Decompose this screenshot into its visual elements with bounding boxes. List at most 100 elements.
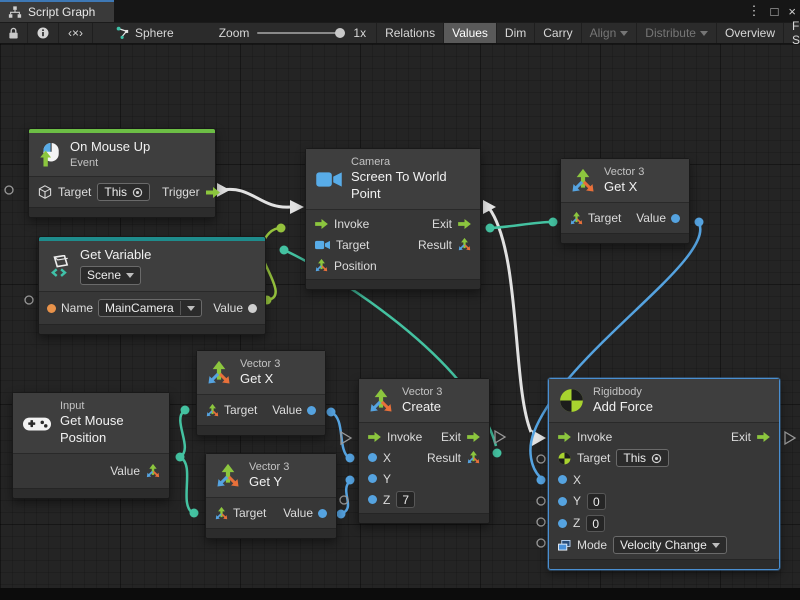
float-port-dot[interactable] (558, 497, 567, 506)
create-exit-out-port[interactable] (495, 431, 505, 443)
inspect-button[interactable] (28, 23, 59, 43)
addforce-y-in-port[interactable] (537, 497, 545, 505)
camera-target-in-port[interactable] (277, 224, 286, 233)
float-port-dot[interactable] (671, 214, 680, 223)
node-footer (561, 233, 689, 243)
z-value-field[interactable]: 7 (396, 491, 415, 508)
wire-gety-value-to-create-y[interactable] (341, 481, 350, 514)
value-label: Value (110, 464, 140, 478)
node-get-variable[interactable]: Get Variable Scene Name MainCamera Value (38, 236, 266, 335)
wire-trigger-to-camera-invoke[interactable] (222, 189, 290, 207)
variable-name-dropdown[interactable]: MainCamera (98, 299, 202, 317)
float-port-dot[interactable] (368, 495, 377, 504)
camera-position-in-port[interactable] (280, 246, 289, 255)
zoom-slider-knob[interactable] (335, 28, 345, 38)
wire-input-to-gety-target[interactable] (180, 457, 193, 513)
addforce-exit-out-port[interactable] (785, 432, 795, 444)
node-add-force[interactable]: Rigidbody Add Force Invoke Exit Target T… (548, 378, 780, 570)
edit-graph-button[interactable]: ‹×› (59, 23, 93, 43)
object-port-dot[interactable] (248, 304, 257, 313)
values-toggle[interactable]: Values (443, 23, 496, 43)
relations-toggle[interactable]: Relations (376, 23, 443, 43)
getx-top-value-out-port[interactable] (695, 218, 704, 227)
input-value-out-port[interactable] (176, 453, 185, 462)
float-port-dot[interactable] (368, 453, 377, 462)
close-button[interactable]: × (788, 4, 796, 19)
vector3-icon (207, 361, 231, 385)
dropdown-divider (180, 301, 181, 315)
tab-script-graph[interactable]: Script Graph (0, 0, 114, 22)
getvariable-self-port[interactable] (25, 296, 33, 304)
addforce-mode-in-port[interactable] (537, 539, 545, 547)
x-label: X (383, 451, 391, 465)
invoke-exit-row: Invoke Exit (549, 426, 779, 447)
node-get-x-mid[interactable]: Vector 3 Get X Target Value (196, 350, 326, 436)
y-label: Y (573, 494, 581, 508)
gety-value-out-port[interactable] (337, 510, 346, 519)
node-get-x-top[interactable]: Vector 3 Get X Target Value (560, 158, 690, 244)
camera-result-out-port[interactable] (486, 224, 495, 233)
getx-top-target-in-port[interactable] (549, 218, 558, 227)
carry-toggle[interactable]: Carry (534, 23, 580, 43)
gety-target-in-port[interactable] (190, 509, 199, 518)
node-screen-to-world-point[interactable]: Camera Screen To World Point Invoke Exit… (305, 148, 481, 290)
node-vector3-create[interactable]: Vector 3 Create Invoke Exit X Result (358, 378, 490, 524)
node-title: Create (402, 399, 442, 416)
addforce-x-in-port[interactable] (537, 476, 546, 485)
variable-scope-dropdown[interactable]: Scene (80, 266, 141, 286)
target-value-row: Target Value (197, 395, 325, 425)
target-this-label: This (104, 185, 127, 199)
y-value-field[interactable]: 0 (587, 493, 606, 510)
float-port-dot[interactable] (307, 406, 316, 415)
string-port-dot[interactable] (47, 304, 56, 313)
getx-mid-value-out-port[interactable] (327, 408, 336, 417)
onmouseup-self-port[interactable] (5, 186, 13, 194)
dim-toggle[interactable]: Dim (496, 23, 534, 43)
target-this-chip[interactable]: This (97, 183, 150, 201)
node-get-mouse-position[interactable]: Input Get Mouse Position Value (12, 392, 170, 499)
dim-label: Dim (505, 26, 526, 40)
align-dropdown[interactable]: Align (581, 23, 637, 43)
distribute-dropdown[interactable]: Distribute (636, 23, 716, 43)
zoom-slider[interactable] (257, 32, 345, 34)
camera-icon (316, 171, 342, 188)
addforce-target-in-port[interactable] (537, 455, 545, 463)
float-port-dot[interactable] (368, 474, 377, 483)
node-on-mouse-up[interactable]: On Mouse Up Event Target This Trigger (28, 128, 216, 218)
target-this-chip[interactable]: This (616, 449, 669, 467)
chevron-down-icon (712, 543, 720, 548)
z-value-field[interactable]: 0 (586, 515, 605, 532)
create-y-in-port[interactable] (346, 476, 355, 485)
control-arrow-icon (368, 432, 381, 442)
lock-button[interactable] (0, 23, 28, 43)
window-menu-button[interactable]: ⋮ (748, 3, 761, 19)
x-result-row: X Result (359, 447, 489, 468)
fullscreen-button[interactable]: Full Screen (783, 23, 800, 43)
target-label: Target (588, 211, 621, 225)
float-port-dot[interactable] (558, 519, 567, 528)
node-category: Vector 3 (604, 165, 644, 179)
overview-button[interactable]: Overview (716, 23, 783, 43)
camera-exit-out-port[interactable] (483, 200, 496, 214)
wire-camera-exit-to-addforce-invoke[interactable] (489, 208, 531, 432)
target-label: Target (58, 185, 91, 199)
mode-dropdown[interactable]: Velocity Change (613, 536, 727, 554)
graph-context-button[interactable]: Sphere (107, 23, 183, 43)
camera-invoke-in-port[interactable] (290, 200, 304, 214)
wire-input-to-getx-target[interactable] (180, 411, 185, 457)
chevron-down-icon (126, 273, 134, 278)
maximize-button[interactable]: □ (771, 4, 779, 19)
addforce-z-in-port[interactable] (537, 518, 545, 526)
node-title: Get X (604, 179, 644, 196)
float-port-dot[interactable] (318, 509, 327, 518)
z-label: Z (383, 493, 390, 507)
getx-mid-target-in-port[interactable] (181, 406, 190, 415)
chevron-down-icon (620, 31, 628, 36)
node-get-y[interactable]: Vector 3 Get Y Target Value (205, 453, 337, 539)
create-result-out-port[interactable] (493, 449, 502, 458)
create-x-in-port[interactable] (346, 454, 355, 463)
node-footer (206, 528, 336, 538)
float-port-dot[interactable] (558, 475, 567, 484)
graph-toolbar: ‹×› Sphere Zoom 1x Relations Values Dim … (0, 22, 800, 44)
invoke-exit-row: Invoke Exit (359, 426, 489, 447)
